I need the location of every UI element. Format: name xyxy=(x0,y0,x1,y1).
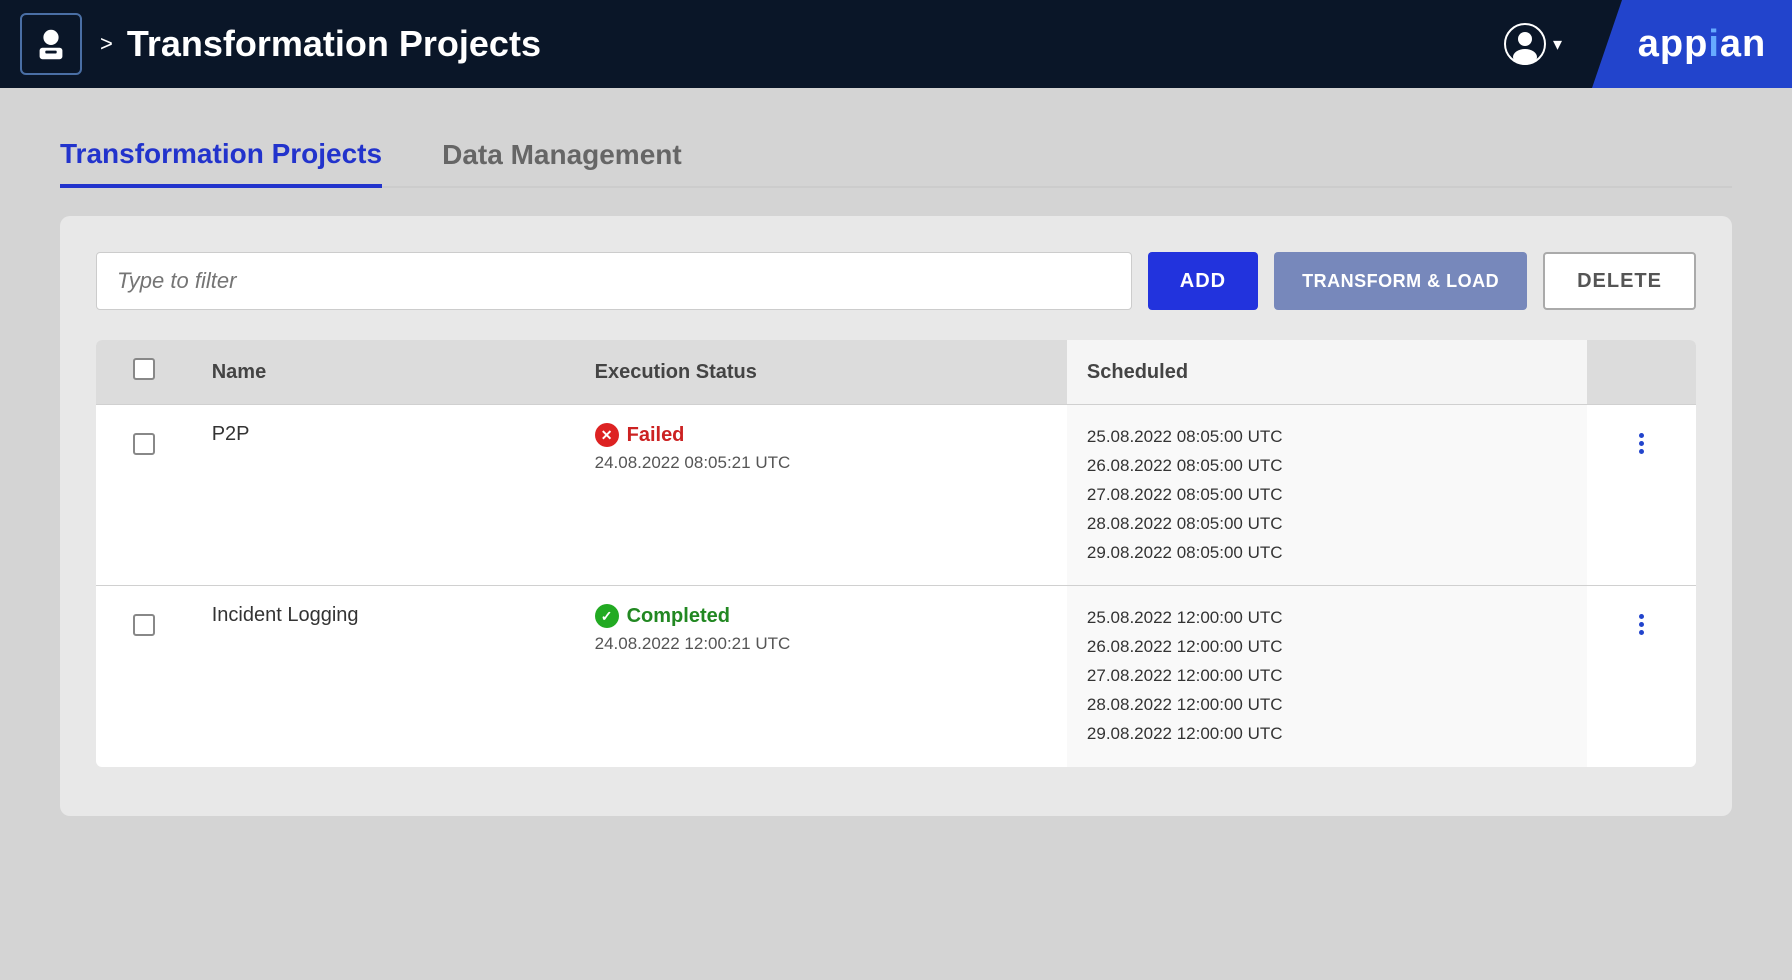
dot-3 xyxy=(1639,449,1644,454)
appian-logo-area: appian xyxy=(1592,0,1792,88)
row-il-scheduled: 25.08.2022 12:00:00 UTC 26.08.2022 12:00… xyxy=(1067,586,1587,767)
completed-icon: ✓ xyxy=(595,604,619,628)
filter-input[interactable] xyxy=(96,252,1132,310)
main-card: ADD TRANSFORM & LOAD DELETE Name Executi… xyxy=(60,216,1732,816)
user-icon xyxy=(1503,22,1547,66)
breadcrumb-chevron: > xyxy=(100,31,113,57)
p2p-scheduled-2: 27.08.2022 08:05:00 UTC xyxy=(1087,481,1567,510)
delete-button[interactable]: DELETE xyxy=(1543,252,1696,310)
main-content: Transformation Projects Data Management … xyxy=(0,88,1792,856)
tab-transformation-projects[interactable]: Transformation Projects xyxy=(60,128,382,188)
dot-3 xyxy=(1639,630,1644,635)
failed-icon: ✕ xyxy=(595,423,619,447)
col-name: Name xyxy=(192,340,575,405)
p2p-scheduled-dates: 25.08.2022 08:05:00 UTC 26.08.2022 08:05… xyxy=(1087,423,1567,567)
p2p-scheduled-4: 29.08.2022 08:05:00 UTC xyxy=(1087,539,1567,568)
il-status-time: 24.08.2022 12:00:21 UTC xyxy=(595,634,1047,654)
user-menu[interactable]: ▾ xyxy=(1503,22,1562,66)
header-title: Transformation Projects xyxy=(127,23,1503,65)
p2p-scheduled-1: 26.08.2022 08:05:00 UTC xyxy=(1087,452,1567,481)
row-il-status: ✓ Completed 24.08.2022 12:00:21 UTC xyxy=(575,586,1067,767)
dot-2 xyxy=(1639,622,1644,627)
transform-load-button[interactable]: TRANSFORM & LOAD xyxy=(1274,252,1527,310)
row-p2p-scheduled: 25.08.2022 08:05:00 UTC 26.08.2022 08:05… xyxy=(1067,405,1587,586)
p2p-scheduled-0: 25.08.2022 08:05:00 UTC xyxy=(1087,423,1567,452)
row-il-action xyxy=(1587,586,1696,767)
row-p2p-checkbox-cell xyxy=(96,405,192,586)
p2p-action-menu[interactable] xyxy=(1607,423,1676,454)
row-il-checkbox[interactable] xyxy=(133,614,155,636)
row-p2p-action xyxy=(1587,405,1696,586)
row-il-name: Incident Logging xyxy=(192,586,575,767)
il-scheduled-3: 28.08.2022 12:00:00 UTC xyxy=(1087,691,1567,720)
table-body: P2P ✕ Failed 24.08.2022 08:05:21 UTC 25.… xyxy=(96,405,1696,767)
add-button[interactable]: ADD xyxy=(1148,252,1258,310)
il-scheduled-1: 26.08.2022 12:00:00 UTC xyxy=(1087,633,1567,662)
tab-nav: Transformation Projects Data Management xyxy=(60,128,1732,188)
toolbar: ADD TRANSFORM & LOAD DELETE xyxy=(96,252,1696,310)
p2p-status-label: Failed xyxy=(627,424,685,447)
dot-1 xyxy=(1639,614,1644,619)
app-icon-svg xyxy=(32,25,70,63)
il-scheduled-2: 27.08.2022 12:00:00 UTC xyxy=(1087,662,1567,691)
il-scheduled-0: 25.08.2022 12:00:00 UTC xyxy=(1087,604,1567,633)
row-il-checkbox-cell xyxy=(96,586,192,767)
row-p2p-status: ✕ Failed 24.08.2022 08:05:21 UTC xyxy=(575,405,1067,586)
il-scheduled-4: 29.08.2022 12:00:00 UTC xyxy=(1087,720,1567,749)
col-action xyxy=(1587,340,1696,405)
table-row: P2P ✕ Failed 24.08.2022 08:05:21 UTC 25.… xyxy=(96,405,1696,586)
col-status: Execution Status xyxy=(575,340,1067,405)
p2p-status-time: 24.08.2022 08:05:21 UTC xyxy=(595,453,1047,473)
col-scheduled: Scheduled xyxy=(1067,340,1587,405)
tab-data-management[interactable]: Data Management xyxy=(442,129,682,188)
dot-1 xyxy=(1639,433,1644,438)
table-row: Incident Logging ✓ Completed 24.08.2022 … xyxy=(96,586,1696,767)
il-status-label: Completed xyxy=(627,605,730,628)
il-action-menu[interactable] xyxy=(1607,604,1676,635)
app-icon xyxy=(20,13,82,75)
row-p2p-checkbox[interactable] xyxy=(133,433,155,455)
row-p2p-name: P2P xyxy=(192,405,575,586)
col-checkbox xyxy=(96,340,192,405)
app-header: > Transformation Projects ▾ appian xyxy=(0,0,1792,88)
user-dropdown-chevron: ▾ xyxy=(1553,34,1562,55)
header-checkbox[interactable] xyxy=(133,358,155,380)
projects-table: Name Execution Status Scheduled P2P xyxy=(96,340,1696,767)
dot-2 xyxy=(1639,441,1644,446)
il-scheduled-dates: 25.08.2022 12:00:00 UTC 26.08.2022 12:00… xyxy=(1087,604,1567,748)
p2p-scheduled-3: 28.08.2022 08:05:00 UTC xyxy=(1087,510,1567,539)
data-table: Name Execution Status Scheduled P2P xyxy=(96,340,1696,767)
appian-logo: appian xyxy=(1618,23,1766,66)
table-header: Name Execution Status Scheduled xyxy=(96,340,1696,405)
